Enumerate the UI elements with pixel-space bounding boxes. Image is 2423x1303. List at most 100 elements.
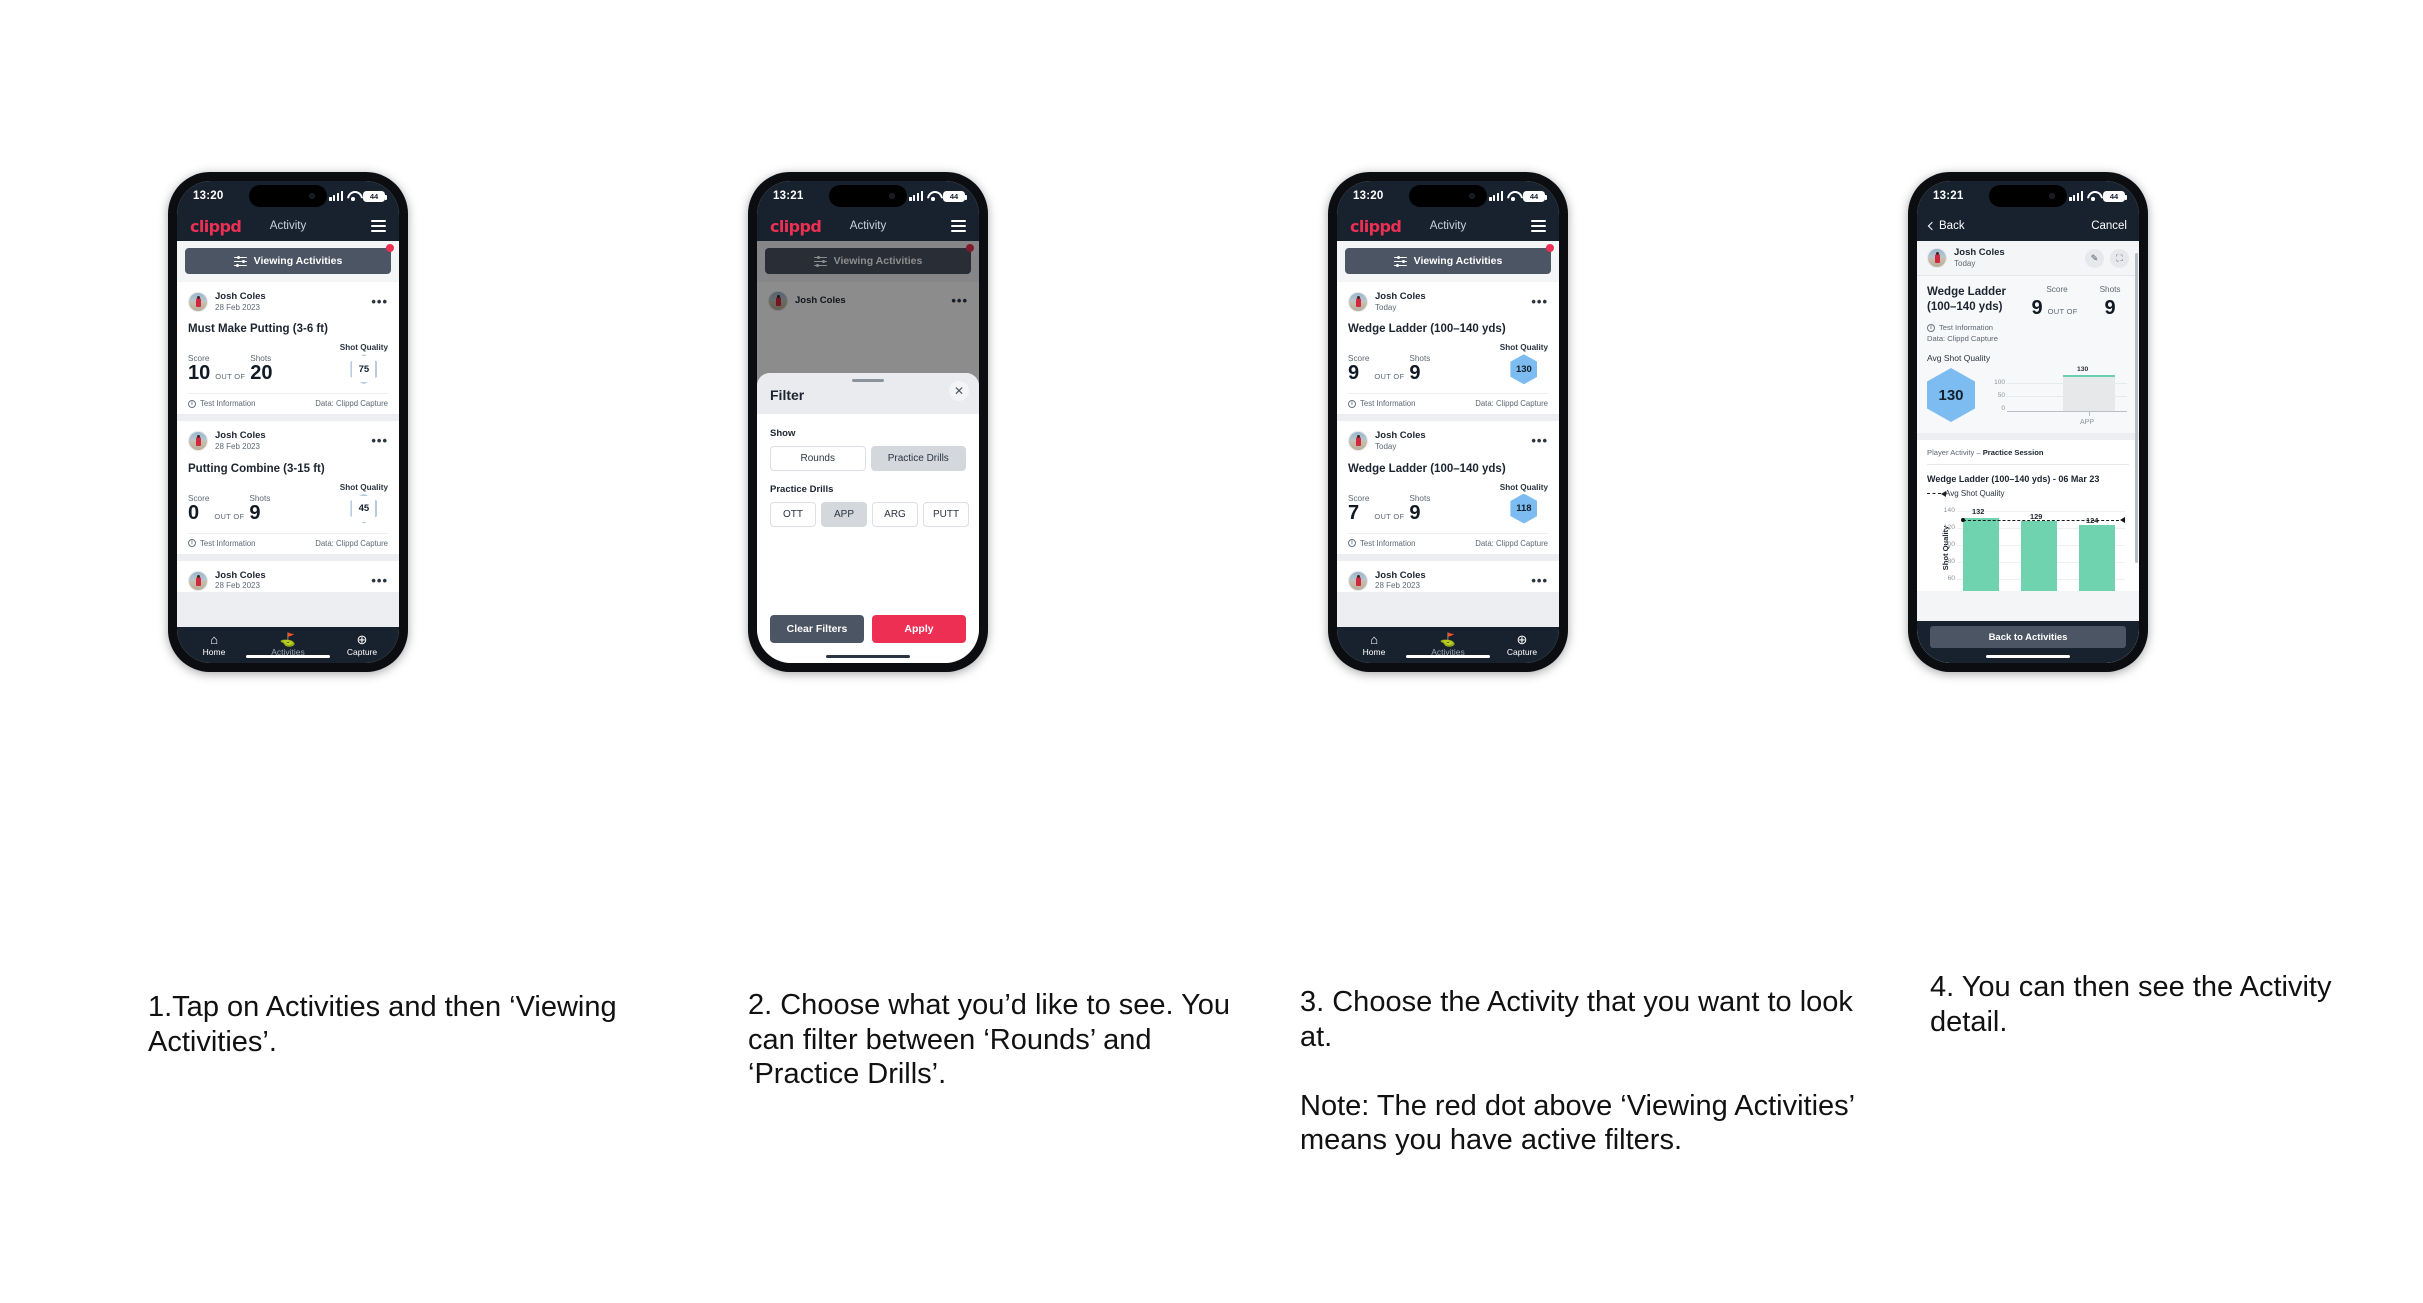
back-button[interactable]: Back <box>1927 220 1965 232</box>
caption-step-3: 3. Choose the Activity that you want to … <box>1300 986 1855 1156</box>
filter-strip: Viewing Activities <box>1337 241 1559 282</box>
activity-card[interactable]: Josh Coles Today ••• Wedge Ladder (100–1… <box>1337 282 1559 415</box>
avg-line <box>1963 520 2119 522</box>
activity-card[interactable]: Josh Coles 28 Feb 2023 ••• Must Make Put… <box>177 282 399 415</box>
out-of-label: OUT OF <box>2047 307 2078 317</box>
phone-2-content: Viewing Activities Josh Coles ••• ✕ Filt… <box>757 241 979 663</box>
back-to-activities-button[interactable]: Back to Activities <box>1930 626 2126 648</box>
viewing-activities-button[interactable]: Viewing Activities <box>185 248 391 274</box>
activity-date: 28 Feb 2023 <box>215 442 260 452</box>
status-indicators: 44 <box>1489 190 1548 202</box>
tab-home[interactable]: ⌂ Home <box>177 632 251 657</box>
tab-home[interactable]: ⌂ Home <box>1337 632 1411 657</box>
card-menu-icon[interactable]: ••• <box>1531 434 1548 447</box>
wifi-icon <box>927 191 939 201</box>
session-name: Practice Session <box>1982 448 2044 458</box>
chart-legend-label: Avg Shot Quality <box>1945 489 2005 499</box>
filter-chip-practice-drills[interactable]: Practice Drills <box>870 446 966 471</box>
detail-user-row: Josh Coles Today ✎ ⛶ <box>1917 241 2139 277</box>
tab-capture[interactable]: ⊕ Capture <box>1485 632 1559 657</box>
chevron-left-icon <box>1927 221 1937 231</box>
wifi-icon <box>2087 191 2099 201</box>
wifi-icon <box>1507 191 1519 201</box>
score-stat: Score 10 <box>188 354 210 384</box>
score-value: 7 <box>1348 501 1360 524</box>
activity-title: Putting Combine (3-15 ft) <box>188 462 325 475</box>
phone-2-filter-sheet: 13:21 44 clippd Activity Viewing Activit… <box>748 172 988 672</box>
tab-activities[interactable]: ⛳ Activities <box>1411 632 1485 657</box>
status-indicators: 44 <box>329 190 388 202</box>
apply-button[interactable]: Apply <box>872 615 966 643</box>
score-stat: Score 0 <box>188 494 209 524</box>
filter-chip-putt[interactable]: PUTT <box>923 502 969 527</box>
card-divider <box>177 414 399 422</box>
tab-capture[interactable]: ⊕ Capture <box>325 632 399 657</box>
score-stat: Score 9 OUT OF <box>2031 285 2082 343</box>
card-menu-icon[interactable]: ••• <box>371 295 388 308</box>
activity-card[interactable]: Josh Coles 28 Feb 2023 ••• Putting Combi… <box>177 421 399 554</box>
hamburger-icon[interactable] <box>371 220 386 232</box>
clippd-logo[interactable]: clippd <box>1350 217 1402 236</box>
avatar <box>1348 431 1368 452</box>
shots-stat: Shots 9 <box>1409 494 1430 524</box>
player-activity-prefix: Player Activity – <box>1927 448 1981 458</box>
hamburger-icon[interactable] <box>1531 220 1546 232</box>
status-time: 13:21 <box>1933 190 1964 202</box>
caption-step-4: 4. You can then see the Activity detail. <box>1930 971 2332 1038</box>
activity-date: 28 Feb 2023 <box>215 581 260 591</box>
clippd-logo[interactable]: clippd <box>770 217 822 236</box>
status-time: 13:20 <box>1353 190 1384 202</box>
pencil-icon[interactable]: ✎ <box>2085 248 2104 268</box>
fullscreen-icon[interactable]: ⛶ <box>2110 248 2129 268</box>
card-menu-icon[interactable]: ••• <box>371 434 388 447</box>
dashed-line-icon <box>1927 490 1946 497</box>
out-of-label: OUT OF <box>214 511 245 521</box>
caption-step-1: 1.Tap on Activities and then ‘Viewing Ac… <box>148 991 617 1058</box>
mini-chart-ytick-100: 100 <box>1994 379 2005 387</box>
sliders-icon <box>1393 255 1407 268</box>
activity-card[interactable]: Josh Coles Today ••• Wedge Ladder (100–1… <box>1337 421 1559 554</box>
mini-chart-xtick-app: APP <box>2080 419 2095 427</box>
clear-filters-button[interactable]: Clear Filters <box>770 615 864 643</box>
chart-title: Wedge Ladder (100–140 yds) - 06 Mar 23 <box>1927 474 2100 485</box>
activity-feed[interactable]: Josh Coles Today ••• Wedge Ladder (100–1… <box>1337 282 1559 627</box>
home-indicator <box>826 654 910 658</box>
clippd-logo[interactable]: clippd <box>190 217 242 236</box>
shots-label: Shots <box>2099 285 2121 295</box>
card-menu-icon[interactable]: ••• <box>1531 295 1548 308</box>
card-menu-icon[interactable]: ••• <box>1531 574 1548 587</box>
shots-stat: Shots 9 <box>2100 285 2121 343</box>
activity-card-partial[interactable]: Josh Coles 28 Feb 2023 ••• <box>177 560 399 592</box>
user-name: Josh Coles <box>1375 569 1426 581</box>
avatar <box>1927 248 1947 269</box>
user-name: Josh Coles <box>215 569 266 581</box>
page-title: Activity <box>1429 220 1467 232</box>
activity-card-partial[interactable]: Josh Coles 28 Feb 2023 ••• <box>1337 560 1559 592</box>
tab-capture-label: Capture <box>346 646 378 657</box>
cancel-button[interactable]: Cancel <box>2091 220 2127 232</box>
drill-options: OTT APP ARG PUTT <box>770 502 969 527</box>
plus-circle-icon: ⊕ <box>356 631 368 647</box>
tab-activities[interactable]: ⛳ Activities <box>251 632 325 657</box>
shot-quality-hexagon: 75 <box>350 354 378 385</box>
hamburger-icon[interactable] <box>951 220 966 232</box>
filter-chip-arg[interactable]: ARG <box>872 502 918 527</box>
activity-title: Wedge Ladder (100–140 yds) <box>1348 323 1506 336</box>
user-name: Josh Coles <box>1954 247 2005 258</box>
active-filter-badge <box>386 244 394 252</box>
card-menu-icon[interactable]: ••• <box>371 574 388 587</box>
shots-value: 20 <box>250 362 273 385</box>
scrollbar[interactable] <box>2135 253 2138 563</box>
sheet-grabber[interactable] <box>852 379 884 383</box>
phone-1-screen: 13:20 44 clippd Activity Viewing Activit… <box>177 181 399 663</box>
filter-chip-app[interactable]: APP <box>821 502 867 527</box>
filter-chip-rounds[interactable]: Rounds <box>770 446 866 471</box>
viewing-activities-button[interactable]: Viewing Activities <box>1345 248 1551 274</box>
page-title: Activity <box>269 220 307 232</box>
detail-scroll-area[interactable]: Josh Coles Today ✎ ⛶ Wedge Ladder (100–1… <box>1917 241 2139 663</box>
close-icon[interactable]: ✕ <box>949 381 969 401</box>
activity-feed[interactable]: Josh Coles 28 Feb 2023 ••• Must Make Put… <box>177 282 399 627</box>
filter-chip-ott[interactable]: OTT <box>770 502 816 527</box>
battery-icon: 44 <box>1523 190 1548 202</box>
avatar <box>188 292 208 313</box>
